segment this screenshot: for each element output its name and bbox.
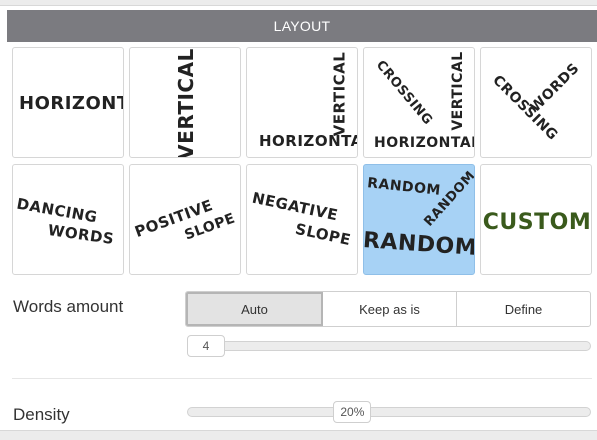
layout-section-header: LAYOUT [7, 10, 597, 42]
tile-word: VERTICAL [174, 48, 198, 158]
layout-option-crossing-vertical[interactable]: CROSSING VERTICAL HORIZONTAL [363, 47, 475, 158]
tile-word: HORIZONTAL [259, 132, 357, 150]
tile-word: RANDOM [363, 228, 475, 261]
tile-word: VERTICAL [450, 51, 466, 131]
tile-word: NEGATIVE [250, 188, 340, 225]
words-amount-define-button[interactable]: Define [457, 292, 590, 326]
layout-option-crossing[interactable]: WORDS CROSSING [480, 47, 592, 158]
tile-word: HORIZONTAL [19, 93, 123, 114]
layout-option-horizontal[interactable]: HORIZONTAL [12, 47, 124, 158]
density-slider-handle[interactable]: 20% [333, 401, 372, 423]
layout-grid: HORIZONTAL VERTICAL VERTICAL HORIZONTAL … [12, 47, 592, 277]
layout-option-positive-slope[interactable]: POSITIVE SLOPE [129, 164, 241, 275]
density-label: Density [13, 405, 70, 424]
tile-word: RANDOM [366, 175, 442, 199]
words-amount-slider-handle[interactable]: 4 [187, 335, 225, 357]
words-amount-label: Words amount [13, 297, 124, 316]
density-slider[interactable] [187, 407, 591, 417]
layout-option-dancing[interactable]: DANCING WORDS [12, 164, 124, 275]
layout-option-random[interactable]: RANDOM RANDOM RANDOM [363, 164, 475, 275]
words-amount-slider[interactable] [187, 341, 591, 351]
layout-option-negative-slope[interactable]: NEGATIVE SLOPE [246, 164, 358, 275]
bottom-panel-edge [0, 430, 597, 440]
words-amount-auto-button[interactable]: Auto [186, 292, 323, 326]
layout-option-horizontal-vertical[interactable]: VERTICAL HORIZONTAL [246, 47, 358, 158]
layout-option-custom[interactable]: CUSTOM [480, 164, 592, 275]
tile-word: HORIZONTAL [374, 135, 475, 151]
tile-word: CUSTOM [482, 210, 592, 235]
tile-word: SLOPE [293, 219, 353, 250]
tile-word: CROSSING [372, 57, 436, 129]
words-amount-selector: Auto Keep as is Define [185, 291, 591, 327]
top-panel-edge [0, 0, 597, 6]
section-divider [12, 378, 592, 379]
layout-option-vertical[interactable]: VERTICAL [129, 47, 241, 158]
tile-word: WORDS [46, 220, 116, 249]
tile-word: VERTICAL [330, 51, 349, 137]
tile-word: RANDOM [421, 168, 475, 230]
words-amount-keep-button[interactable]: Keep as is [323, 292, 457, 326]
